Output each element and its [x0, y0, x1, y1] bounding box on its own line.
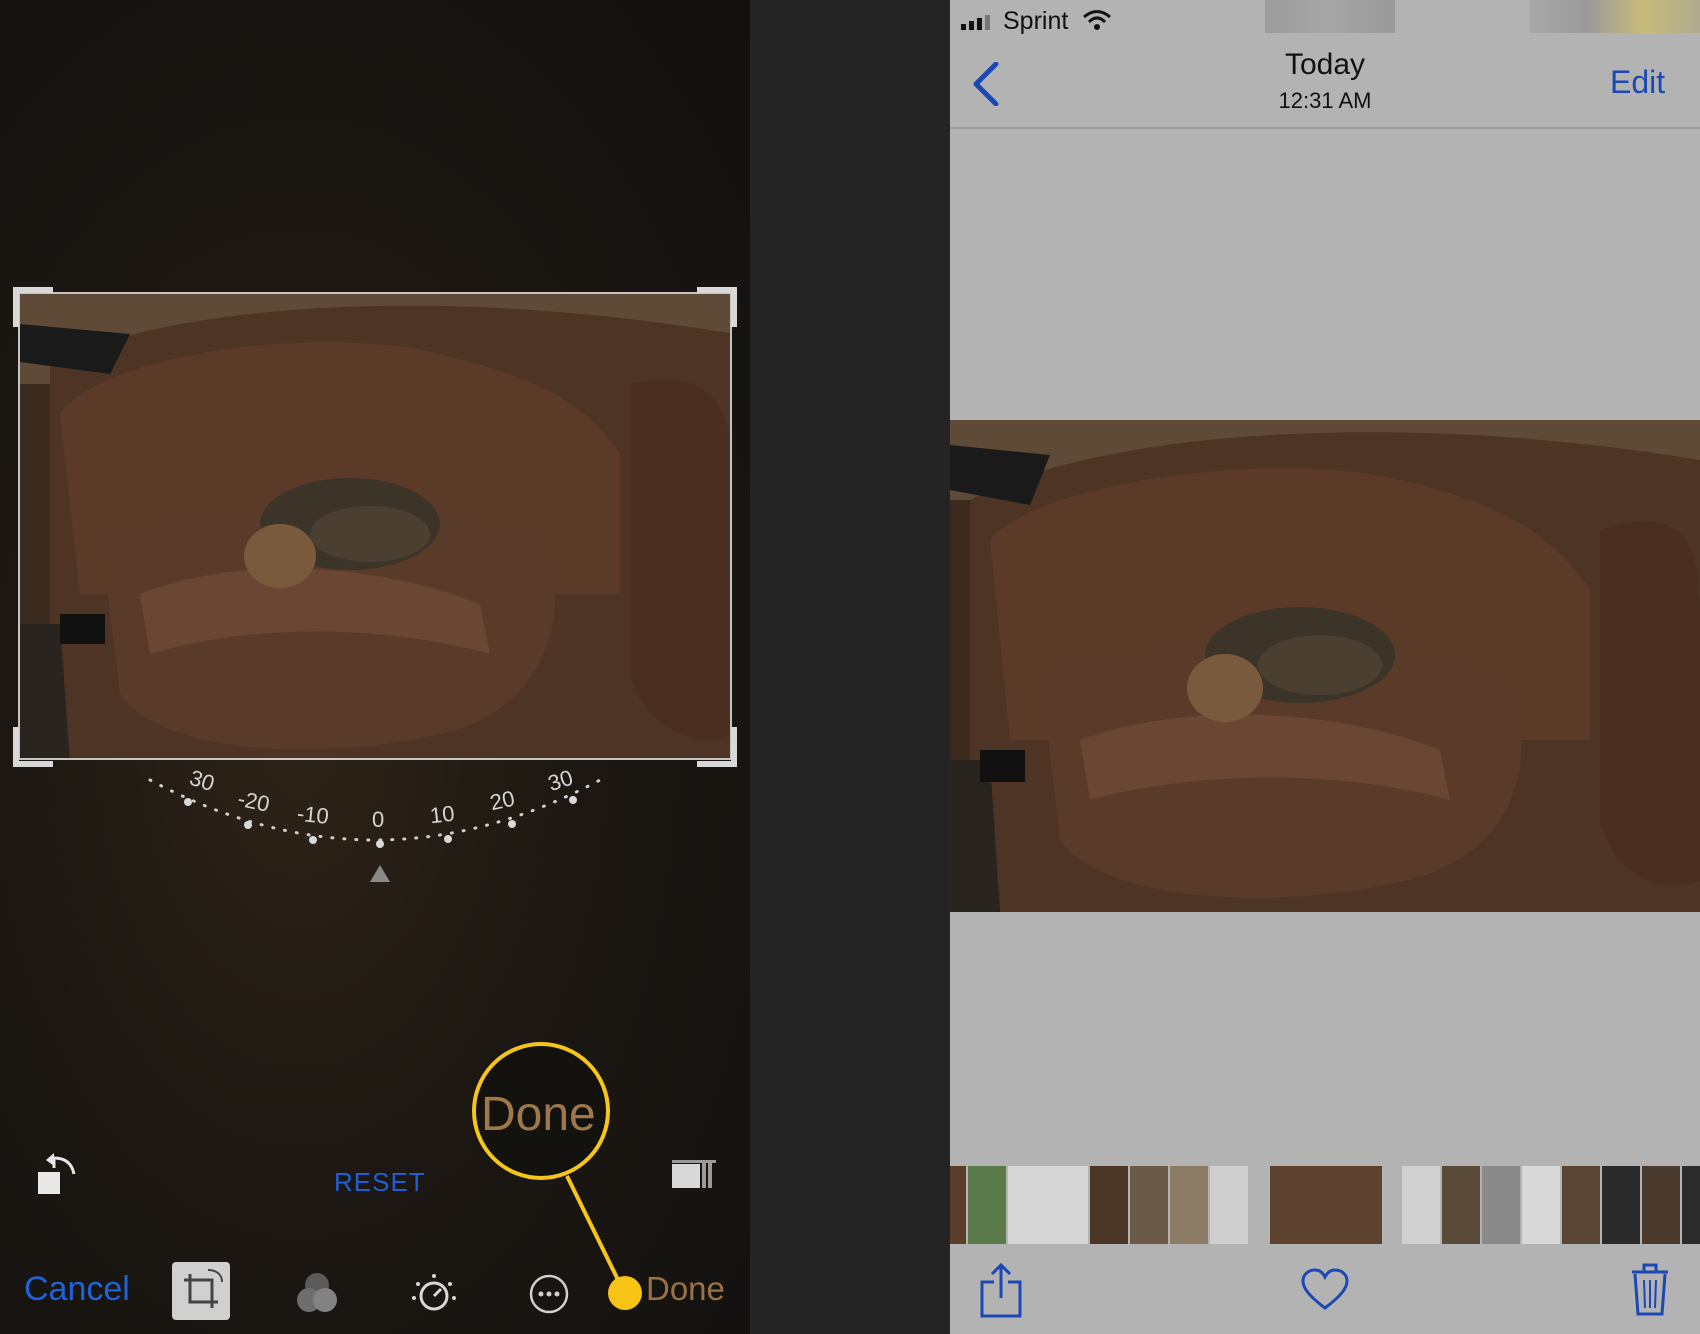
photo-dog-on-couch [20, 294, 730, 758]
nav-divider [950, 127, 1700, 129]
edit-button[interactable]: Edit [1610, 64, 1665, 101]
photo-viewer-screen: Sprint Today 12:31 AM Edit [950, 0, 1700, 1334]
redacted-block [1265, 0, 1395, 33]
crop-tool-button[interactable] [172, 1262, 230, 1320]
photo-dog-on-couch [950, 420, 1700, 912]
nav-subtitle: 12:31 AM [1278, 88, 1372, 113]
dial-label: -10 [296, 801, 330, 829]
nav-title: Today [1284, 48, 1366, 81]
share-icon[interactable] [980, 1262, 1022, 1318]
done-callout-dot [608, 1276, 642, 1310]
done-button[interactable]: Done [646, 1270, 725, 1308]
dial-label: 30 [545, 765, 576, 796]
adjust-dial-icon[interactable] [410, 1270, 458, 1318]
carrier-name: Sprint [1003, 7, 1069, 35]
dial-label: 30 [187, 765, 218, 796]
main-photo[interactable] [950, 420, 1700, 912]
crop-handle-top-left[interactable] [13, 287, 53, 327]
bottom-toolbar [950, 1246, 1700, 1334]
dial-pointer-icon [370, 865, 390, 882]
more-options-icon[interactable] [527, 1272, 571, 1316]
rotate-icon[interactable] [36, 1150, 80, 1198]
dial-label: 0 [372, 807, 384, 832]
status-bar: Sprint [950, 0, 1700, 40]
wifi-icon [1083, 10, 1111, 30]
thumbnail-strip[interactable] [950, 1166, 1700, 1244]
crop-handle-top-right[interactable] [697, 287, 737, 327]
crop-photo[interactable] [18, 292, 732, 760]
signal-icon [961, 15, 990, 30]
thumbnail-images [950, 1166, 1700, 1244]
photo-edit-screen: 30 -20 -10 0 10 20 30 RESET Done Cancel [0, 0, 750, 1334]
trash-icon[interactable] [1630, 1262, 1670, 1316]
reset-button[interactable]: RESET [334, 1167, 426, 1198]
crop-rotate-icon [184, 1269, 223, 1308]
cancel-button[interactable]: Cancel [24, 1270, 130, 1309]
crop-handle-bottom-right[interactable] [697, 727, 737, 767]
done-callout-label: Done [481, 1088, 596, 1141]
favorite-heart-icon[interactable] [1301, 1268, 1349, 1312]
dial-label: 10 [429, 801, 456, 828]
redacted-block [1530, 0, 1700, 33]
aspect-ratio-icon[interactable] [672, 1160, 718, 1190]
dial-label: -20 [236, 786, 272, 817]
crop-handle-bottom-left[interactable] [13, 727, 53, 767]
straighten-dial[interactable]: 30 -20 -10 0 10 20 30 [130, 740, 620, 890]
filters-icon[interactable] [294, 1270, 340, 1316]
dial-label: 20 [488, 786, 517, 816]
